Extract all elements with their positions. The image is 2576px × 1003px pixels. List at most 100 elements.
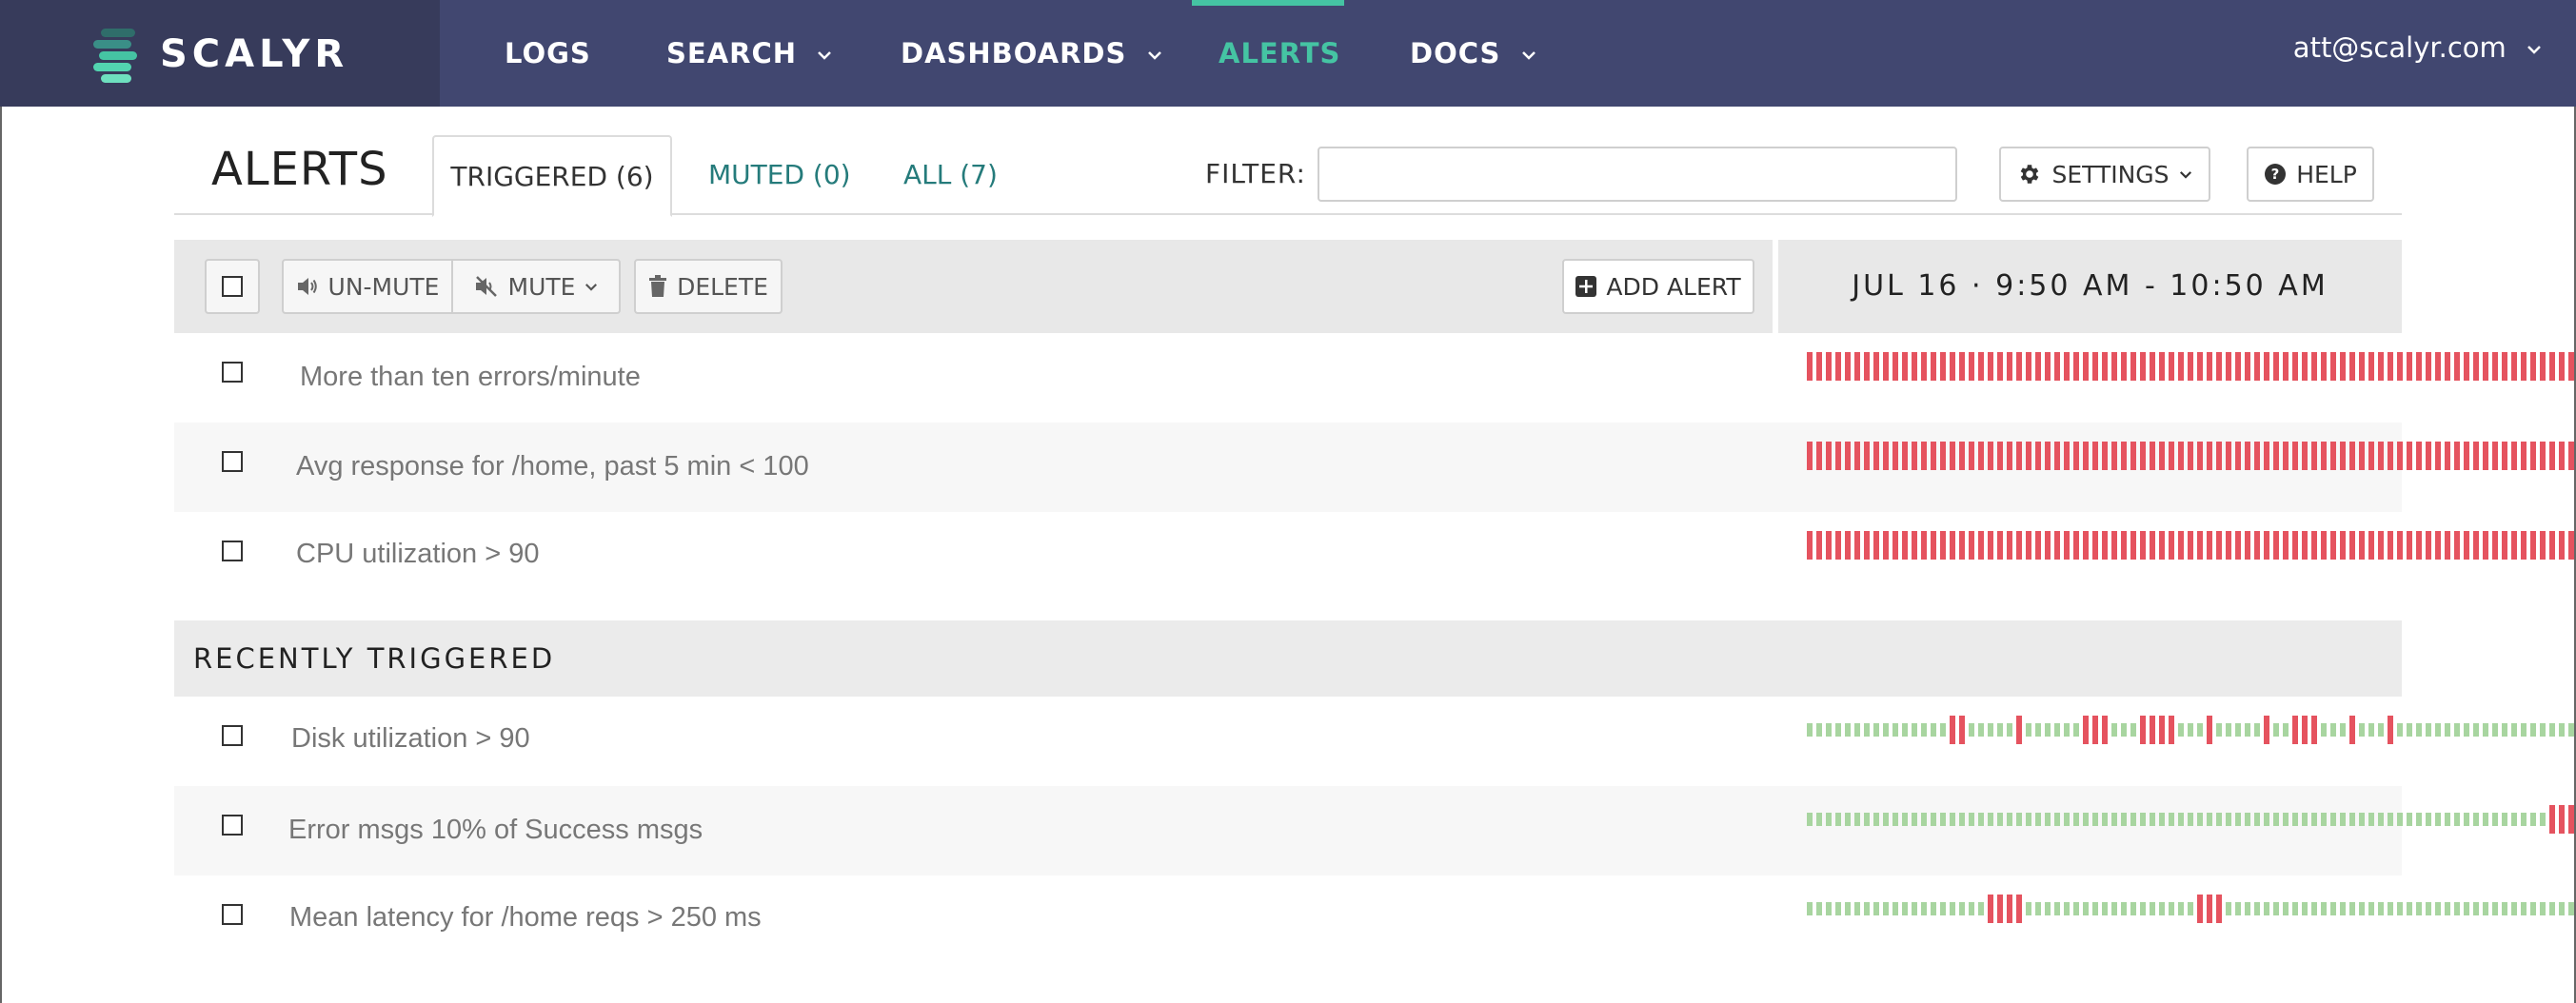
timeline-bar-ok <box>1988 813 1993 826</box>
nav-logs[interactable]: LOGS <box>505 0 591 107</box>
help-label: HELP <box>2296 160 2357 188</box>
timeline-bar-triggered <box>2102 352 2108 381</box>
timeline-bar-triggered <box>2388 352 2393 381</box>
alert-row[interactable]: Avg response for /home, past 5 min < 100 <box>174 423 2574 512</box>
row-checkbox[interactable] <box>222 815 243 836</box>
timeline-bar-ok <box>1978 813 1984 826</box>
timeline-bar-triggered <box>1950 716 1955 744</box>
timeline-bar-triggered <box>1959 716 1965 744</box>
timeline-bar-ok <box>2111 723 2117 737</box>
timeline-bar-triggered <box>2435 442 2441 470</box>
timeline-bar-ok <box>2188 813 2193 826</box>
timeline-bar-ok <box>2530 813 2536 826</box>
filter-label: FILTER: <box>1205 158 1306 189</box>
tab-triggered[interactable]: TRIGGERED (6) <box>432 135 672 217</box>
row-checkbox[interactable] <box>222 904 243 925</box>
timeline-bar-ok <box>2245 723 2250 737</box>
mute-dropdown-button[interactable]: MUTE <box>451 259 621 314</box>
nav-search[interactable]: SEARCH <box>666 0 832 107</box>
alert-name[interactable]: Disk utilization > 90 <box>291 723 530 755</box>
timeline-bar-triggered <box>2530 531 2536 560</box>
timeline-bar-triggered <box>2426 352 2431 381</box>
timeline-bar-ok <box>2311 813 2317 826</box>
alert-name[interactable]: Mean latency for /home reqs > 250 ms <box>289 902 762 934</box>
timeline-bar-ok <box>2492 723 2498 737</box>
timeline-bar-ok <box>2121 723 2127 737</box>
logo-block[interactable]: SCALYR <box>0 0 440 107</box>
alert-row[interactable]: Disk utilization > 90 <box>174 697 2574 786</box>
timeline-bar-ok <box>2540 902 2546 915</box>
alert-name[interactable]: More than ten errors/minute <box>300 362 641 393</box>
timeline-bar-ok <box>2273 723 2279 737</box>
alert-row[interactable]: CPU utilization > 90 <box>174 512 2574 601</box>
timeline-bar-triggered <box>1835 352 1841 381</box>
nav-dashboards[interactable]: DASHBOARDS <box>901 0 1162 107</box>
select-all-checkbox[interactable] <box>205 259 260 314</box>
timeline-bar-ok <box>2521 723 2526 737</box>
timeline-bar-triggered <box>2254 442 2260 470</box>
timeline-bar-triggered <box>2521 352 2526 381</box>
tab-muted[interactable]: MUTED (0) <box>708 135 851 215</box>
help-button[interactable]: ? HELP <box>2247 147 2374 202</box>
timeline-bar-ok <box>2530 902 2536 915</box>
timeline-bar-triggered <box>2559 805 2565 834</box>
alert-name[interactable]: Avg response for /home, past 5 min < 100 <box>296 451 809 482</box>
timeline-bar-triggered <box>2197 352 2203 381</box>
timeline-bar-triggered <box>2092 352 2098 381</box>
timeline-bar-triggered <box>2140 442 2146 470</box>
timeline-bar-triggered <box>2426 442 2431 470</box>
timeline-bar-triggered <box>2492 352 2498 381</box>
timeline-bar-triggered <box>2540 442 2546 470</box>
nav-docs[interactable]: DOCS <box>1410 0 1536 107</box>
timeline-bar-ok <box>1921 902 1927 915</box>
timeline-bar-ok <box>2064 723 2070 737</box>
timeline-bar-ok <box>1940 723 1946 737</box>
timeline-bar-triggered <box>1969 442 1974 470</box>
timeline-bar-ok <box>2302 902 2308 915</box>
row-checkbox[interactable] <box>222 451 243 472</box>
timeline-bar-triggered <box>2568 805 2574 834</box>
timeline-bar-ok <box>2330 723 2336 737</box>
timeline-bar-triggered <box>2264 531 2269 560</box>
alert-row[interactable]: Error msgs 10% of Success msgs <box>174 786 2574 875</box>
timeline-bar-ok <box>2045 723 2051 737</box>
alert-name[interactable]: CPU utilization > 90 <box>296 539 540 570</box>
timeline-bar-ok <box>2026 723 2031 737</box>
unmute-button[interactable]: UN-MUTE <box>282 259 453 314</box>
timeline-bar-triggered <box>2159 352 2165 381</box>
timeline-bar-triggered <box>2321 352 2327 381</box>
add-alert-button[interactable]: ADD ALERT <box>1562 259 1754 314</box>
timeline-bar-triggered <box>2073 531 2079 560</box>
timeline-bar-ok <box>1902 902 1908 915</box>
alert-row[interactable]: More than ten errors/minute <box>174 333 2574 423</box>
timeline-bar-triggered <box>2330 442 2336 470</box>
timeline-bar-triggered <box>2045 442 2051 470</box>
timeline-bar-triggered <box>2340 352 2346 381</box>
user-menu[interactable]: att@scalyr.com <box>2293 0 2542 95</box>
alert-row[interactable]: Mean latency for /home reqs > 250 ms <box>174 875 2574 965</box>
logo-wordmark: SCALYR <box>160 32 349 76</box>
timeline-bar-triggered <box>1873 442 1879 470</box>
timeline-bar-triggered <box>1892 531 1898 560</box>
timeline-bar-ok <box>2464 902 2469 915</box>
row-checkbox[interactable] <box>222 725 243 746</box>
timeline-bar-ok <box>2416 813 2422 826</box>
timeline-bar-triggered <box>2083 352 2089 381</box>
timeline-bar-triggered <box>1988 352 1993 381</box>
row-checkbox[interactable] <box>222 362 243 383</box>
timeline-bar-triggered <box>2207 531 2212 560</box>
timeline-bar-ok <box>1883 813 1889 826</box>
timeline-bar-triggered <box>2492 531 2498 560</box>
tab-all[interactable]: ALL (7) <box>903 135 998 215</box>
row-checkbox[interactable] <box>222 541 243 561</box>
timeline-bar-triggered <box>2235 352 2241 381</box>
timeline-bar-ok <box>2140 902 2146 915</box>
nav-alerts[interactable]: ALERTS <box>1219 0 1340 107</box>
timeline-bar-ok <box>2378 813 2384 826</box>
timeline-bar-ok <box>2559 723 2565 737</box>
filter-input[interactable] <box>1318 147 1957 202</box>
timeline-bar-ok <box>2464 813 2469 826</box>
alert-name[interactable]: Error msgs 10% of Success msgs <box>288 815 703 846</box>
delete-button[interactable]: DELETE <box>634 259 783 314</box>
settings-button[interactable]: SETTINGS <box>1999 147 2210 202</box>
